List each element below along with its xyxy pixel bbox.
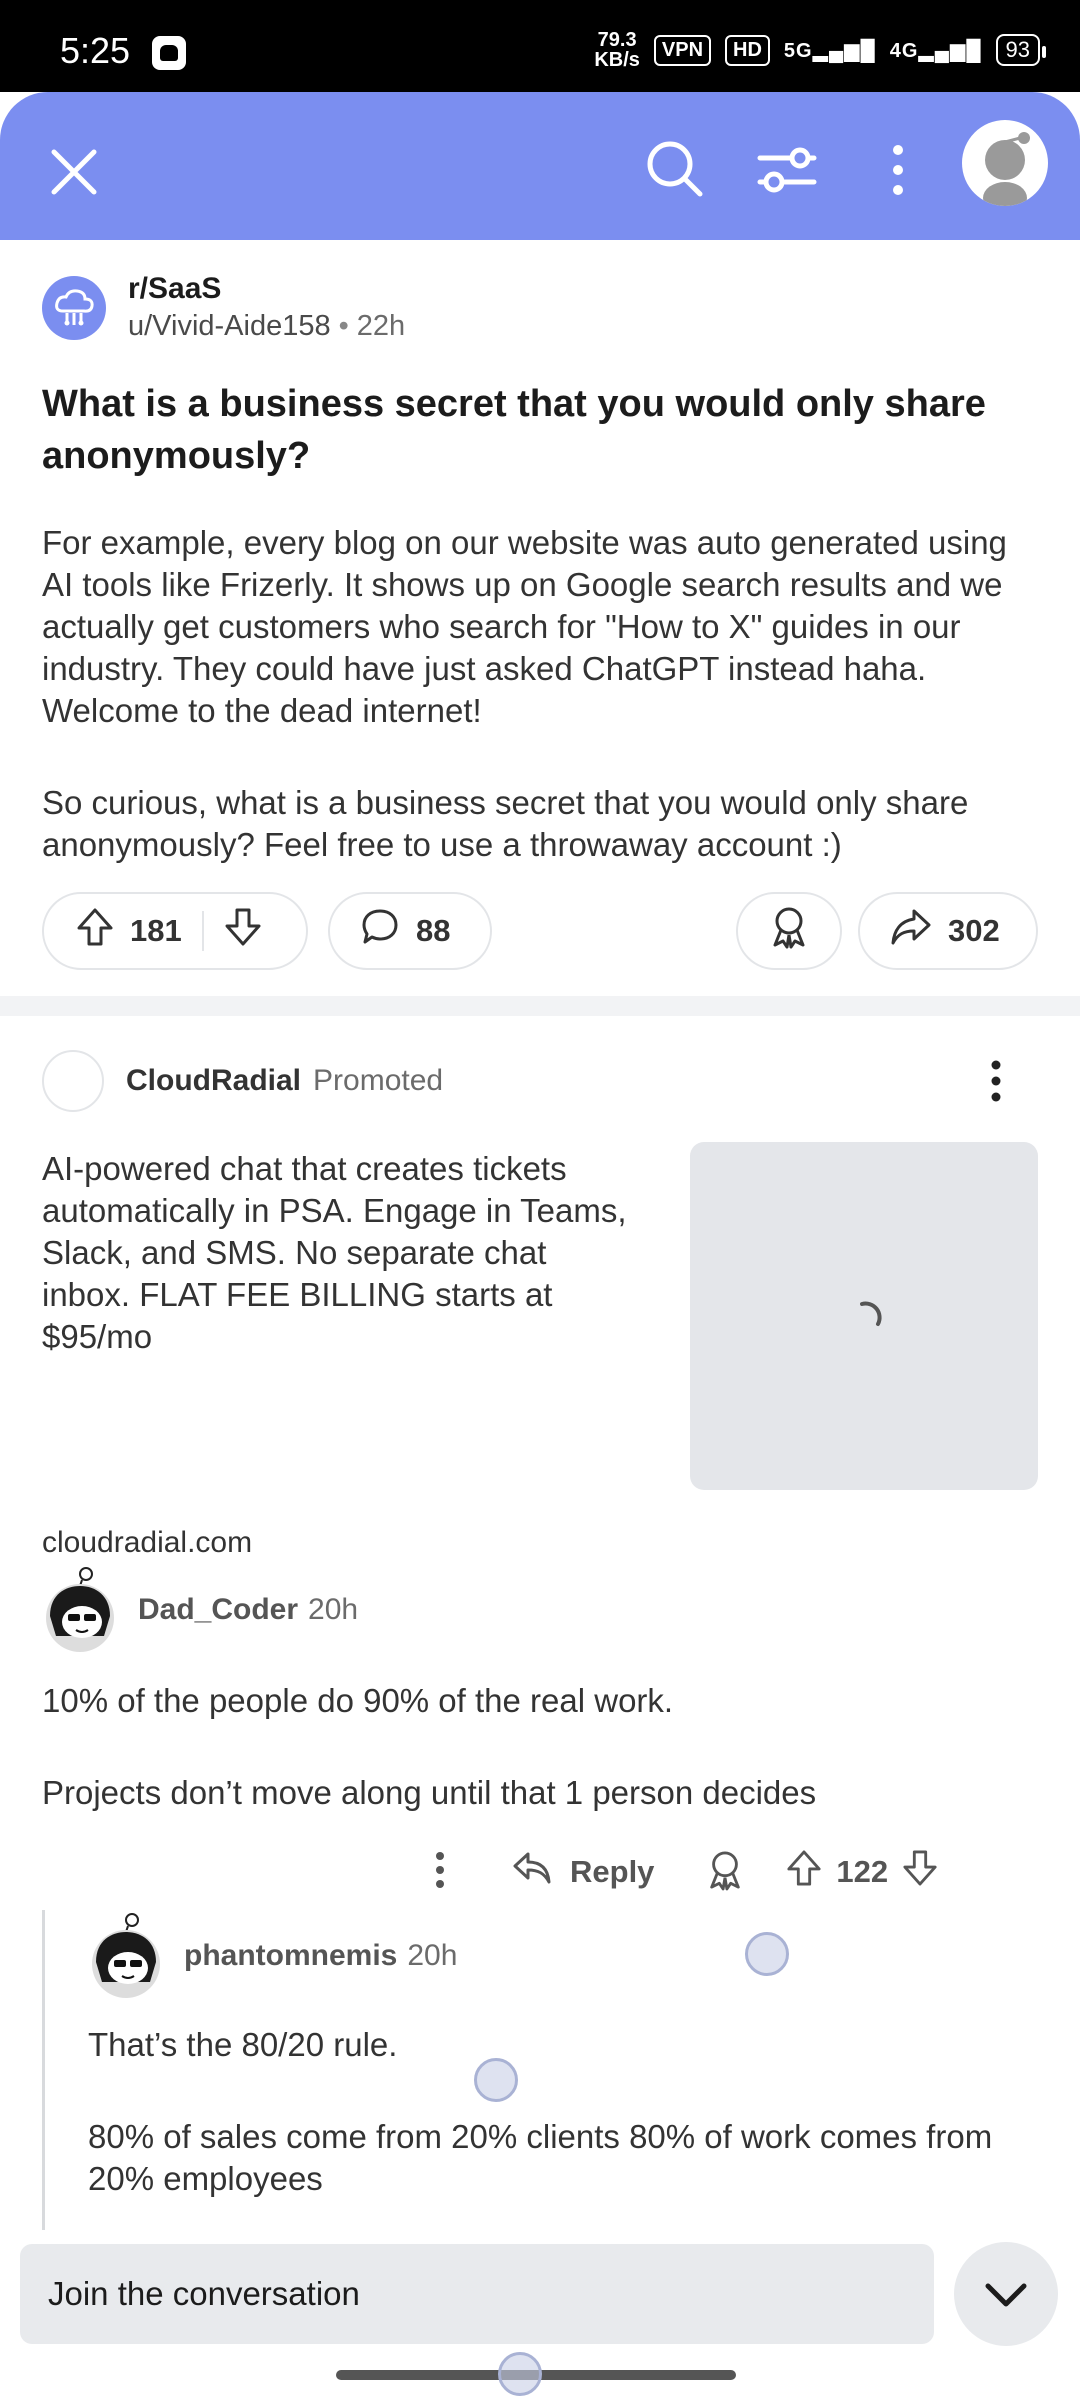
filter-icon[interactable] — [752, 140, 822, 200]
user-avatar[interactable] — [962, 120, 1048, 206]
status-indicators: 79.3 KB/s VPN HD 5G▂▄▆█ 4G▂▄▆█ 93 — [594, 29, 1047, 71]
touch-indicator — [498, 2352, 542, 2396]
reply-icon — [512, 1850, 552, 1894]
upvote-count: 181 — [130, 913, 182, 948]
award-icon — [769, 905, 809, 957]
join-conversation-input[interactable]: Join the conversation — [20, 2244, 934, 2344]
post-toolbar — [0, 92, 1080, 240]
network-speed: 79.3 KB/s — [594, 29, 640, 71]
post-title: What is a business secret that you would… — [42, 383, 986, 477]
ad-more-icon[interactable] — [984, 1056, 1008, 1106]
comment-paragraph: That’s the 80/20 rule. — [88, 2026, 398, 2063]
touch-indicator — [474, 2058, 518, 2102]
post-author[interactable]: u/Vivid-Aide158 — [128, 310, 331, 342]
vote-divider — [201, 911, 204, 951]
promoted-label: Promoted — [313, 1064, 444, 1097]
post-actions: 181 88 302 — [42, 892, 1038, 974]
comment-paragraph: 10% of the people do 90% of the real wor… — [42, 1682, 674, 1719]
post-body-paragraph: So curious, what is a business secret th… — [42, 784, 969, 863]
subreddit-name[interactable]: r/SaaS — [128, 272, 405, 306]
comment-count: 88 — [416, 913, 451, 948]
comment-age: 20h — [407, 1939, 458, 1972]
post-body: For example, every blog on our website w… — [42, 522, 1042, 916]
signal-5g-icon: 5G▂▄▆█ — [783, 39, 876, 62]
share-button[interactable]: 302 — [858, 892, 1038, 970]
ad-domain-link[interactable]: cloudradial.com — [42, 1526, 252, 1560]
comments-button[interactable]: 88 — [328, 892, 492, 970]
comment-downvote-icon[interactable] — [902, 1849, 938, 1895]
meta-separator: • — [338, 310, 349, 342]
subreddit-icon[interactable] — [42, 275, 106, 340]
more-vertical-icon[interactable] — [878, 140, 918, 200]
advertiser-name[interactable]: CloudRadial — [126, 1064, 301, 1097]
comment-paragraph: 80% of sales come from 20% clients 80% o… — [88, 2118, 993, 2197]
section-divider — [0, 996, 1080, 1016]
reply-button[interactable]: Reply — [512, 1850, 654, 1894]
comment-header: Dad_Coder 20h — [42, 1566, 358, 1654]
ad-image-placeholder[interactable] — [690, 1142, 1038, 1490]
commenter-avatar[interactable] — [42, 1566, 120, 1654]
comment-age: 20h — [308, 1593, 359, 1626]
hd-badge: HD — [725, 34, 770, 66]
comment-author[interactable]: phantomnemis — [184, 1939, 397, 1972]
reply-header: phantomnemis 20h — [88, 1912, 457, 2000]
comment-paragraph: Projects don’t move along until that 1 p… — [42, 1774, 817, 1811]
thread-line[interactable] — [42, 1910, 45, 2230]
status-time: 5:25 — [60, 30, 131, 71]
comment-vote: 122 — [786, 1849, 938, 1895]
touch-indicator — [745, 1932, 789, 1976]
search-icon[interactable] — [640, 134, 710, 204]
status-bar: 5:25 79.3 KB/s VPN HD 5G▂▄▆█ 4G▂▄▆█ 93 — [0, 0, 1080, 92]
vpn-badge: VPN — [653, 34, 712, 66]
battery-indicator: 93 — [995, 34, 1047, 66]
comment-bubble-icon — [360, 907, 400, 955]
reply-label: Reply — [570, 1854, 655, 1889]
ad-text[interactable]: AI-powered chat that creates tickets aut… — [42, 1148, 642, 1358]
loading-spinner-icon — [854, 1298, 884, 1328]
comment-score: 122 — [836, 1854, 889, 1889]
comment-award-icon[interactable] — [706, 1849, 744, 1896]
signal-4g-icon: 4G▂▄▆█ — [889, 39, 982, 62]
post-header: r/SaaS u/Vivid-Aide158 • 22h — [42, 272, 405, 343]
commenter-avatar[interactable] — [88, 1912, 166, 2000]
post-body-paragraph: For example, every blog on our website w… — [42, 524, 1007, 729]
chevron-down-icon[interactable] — [954, 2242, 1058, 2346]
downvote-icon[interactable] — [224, 907, 262, 955]
vote-pill: 181 — [42, 892, 308, 970]
comment-body: 10% of the people do 90% of the real wor… — [42, 1680, 1042, 1864]
award-button[interactable] — [736, 892, 842, 970]
share-icon — [890, 907, 932, 955]
comment-upvote-icon[interactable] — [786, 1849, 822, 1895]
advertiser-avatar[interactable] — [42, 1050, 104, 1112]
post-age: 22h — [356, 310, 406, 342]
comment-more-icon[interactable] — [430, 1848, 450, 1897]
share-count: 302 — [948, 913, 1000, 948]
close-icon[interactable] — [44, 142, 104, 202]
comment-actions: Reply 122 — [430, 1844, 1050, 1900]
notification-app-icon — [152, 36, 186, 70]
upvote-icon[interactable] — [76, 907, 114, 955]
ad-header: CloudRadial Promoted — [42, 1050, 443, 1112]
reply-body: That’s the 80/20 rule. 80% of sales come… — [88, 2024, 1038, 2250]
comment-author[interactable]: Dad_Coder — [138, 1593, 298, 1626]
